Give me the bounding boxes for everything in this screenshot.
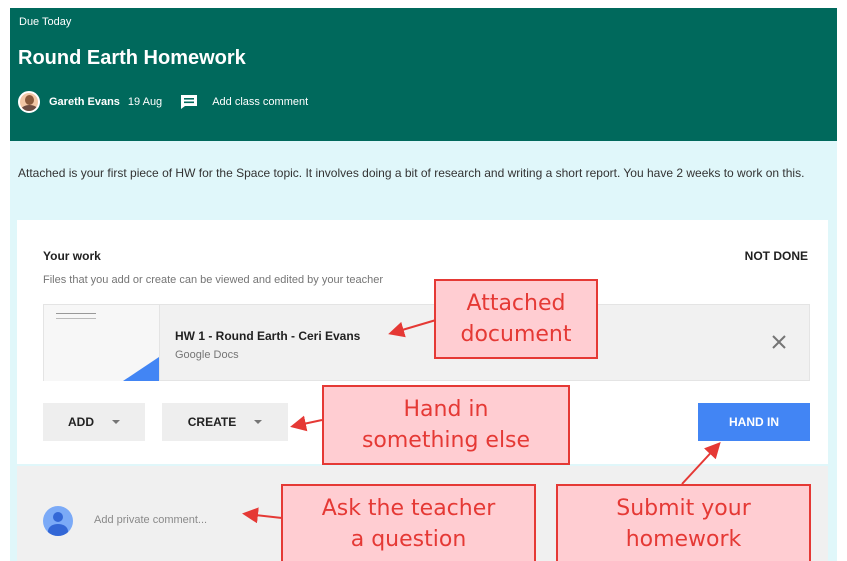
- posted-date: 19 Aug: [127, 96, 163, 108]
- attachment-title[interactable]: HW 1 - Round Earth - Ceri Evans: [175, 329, 360, 343]
- assignment-header: Due Today Round Earth Homework Gareth Ev…: [10, 8, 837, 141]
- callout-ask-teacher: Ask the teacher a question: [281, 484, 536, 561]
- callout-handin-line1: Hand in: [403, 397, 489, 422]
- author-name: Gareth Evans: [49, 96, 120, 108]
- callout-submit-line2: homework: [625, 527, 742, 552]
- hand-in-button[interactable]: HAND IN: [698, 403, 810, 441]
- private-comment-input[interactable]: Add private comment...: [94, 514, 207, 526]
- chevron-down-icon: [112, 420, 120, 424]
- your-work-hint: Files that you add or create can be view…: [43, 274, 383, 286]
- assignment-description: Attached is your first piece of HW for t…: [18, 166, 805, 180]
- callout-attached-document: Attached document: [434, 279, 598, 359]
- callout-submit-homework: Submit your homework: [556, 484, 811, 561]
- docs-corner-icon: [123, 357, 159, 381]
- assignment-meta: Gareth Evans 19 Aug Add class comment: [18, 91, 308, 113]
- add-button[interactable]: ADD: [43, 403, 145, 441]
- callout-handin-line2: something else: [361, 428, 531, 453]
- callout-attached-line1: Attached: [466, 291, 566, 316]
- assignment-title: Round Earth Homework: [18, 47, 246, 69]
- close-icon[interactable]: [769, 332, 789, 352]
- author-avatar: [18, 91, 40, 113]
- chevron-down-icon: [254, 420, 263, 424]
- due-label: Due Today: [19, 16, 72, 28]
- add-class-comment-link[interactable]: Add class comment: [212, 96, 308, 108]
- callout-attached-line2: document: [460, 322, 572, 347]
- thumbnail-text-lines: [56, 313, 96, 319]
- callout-hand-in-else: Hand in something else: [322, 385, 570, 465]
- comment-icon[interactable]: [180, 94, 200, 110]
- status-badge: NOT DONE: [744, 249, 808, 263]
- create-button-label: CREATE: [187, 415, 237, 429]
- callout-ask-line1: Ask the teacher: [321, 496, 496, 521]
- callout-ask-line2: a question: [350, 527, 467, 552]
- your-work-heading: Your work: [43, 249, 101, 263]
- create-button[interactable]: CREATE: [162, 403, 288, 441]
- attachment-type: Google Docs: [175, 349, 239, 361]
- document-thumbnail[interactable]: [44, 305, 160, 381]
- attachment-card[interactable]: HW 1 - Round Earth - Ceri Evans Google D…: [43, 304, 810, 381]
- add-button-label: ADD: [68, 415, 94, 429]
- user-avatar-icon: [43, 506, 73, 536]
- callout-submit-line1: Submit your: [616, 496, 751, 521]
